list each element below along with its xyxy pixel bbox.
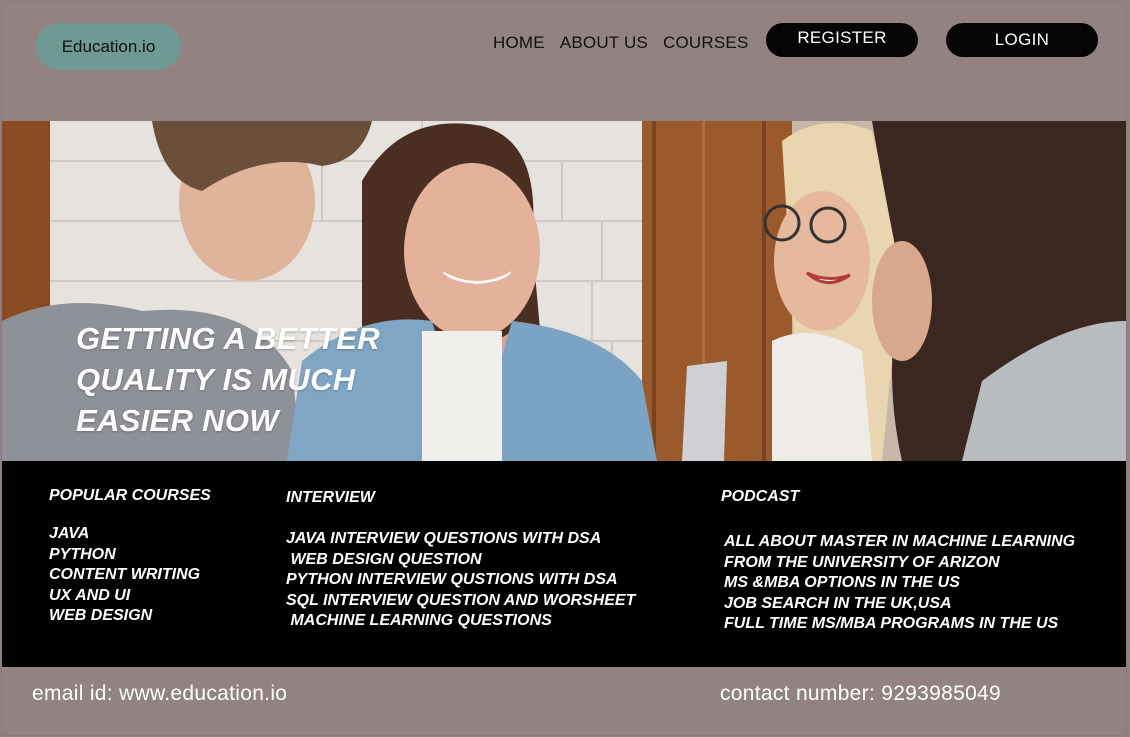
footer-links: POPULAR COURSES JAVA PYTHON CONTENT WRIT… xyxy=(2,461,1126,667)
course-link[interactable]: JAVA xyxy=(49,524,211,545)
hero-headline-line: EASIER NOW xyxy=(76,403,279,438)
interview-link[interactable]: JAVA INTERVIEW QUESTIONS WITH DSA xyxy=(286,529,635,550)
logo-text: Education.io xyxy=(61,36,156,56)
podcast-column: PODCAST ALL ABOUT MASTER IN MACHINE LEAR… xyxy=(721,488,1075,635)
podcast-link[interactable]: JOB SEARCH IN THE UK,USA xyxy=(724,594,1075,615)
podcast-heading: PODCAST xyxy=(721,488,800,505)
podcast-link[interactable]: FROM THE UNIVERSITY OF ARIZON xyxy=(724,553,1075,574)
contact-email: email id: www.education.io xyxy=(32,682,288,705)
hero-headline-line: GETTING A BETTER xyxy=(76,321,380,356)
contact-phone: contact number: 9293985049 xyxy=(720,682,1002,705)
popular-courses-heading: POPULAR COURSES xyxy=(49,487,211,504)
nav-about-us[interactable]: ABOUT US xyxy=(560,33,648,53)
interview-column: INTERVIEW JAVA INTERVIEW QUESTIONS WITH … xyxy=(286,489,635,632)
podcast-link[interactable]: ALL ABOUT MASTER IN MACHINE LEARNING xyxy=(724,532,1075,553)
main-nav: HOME ABOUT US COURSES xyxy=(493,33,749,53)
course-link[interactable]: PYTHON xyxy=(49,545,211,566)
register-button[interactable]: REGISTER xyxy=(766,23,918,57)
course-link[interactable]: UX AND UI xyxy=(49,586,211,607)
hero-banner: GETTING A BETTER QUALITY IS MUCH EASIER … xyxy=(2,121,1126,461)
hero-headline-line: QUALITY IS MUCH xyxy=(76,362,356,397)
interview-link[interactable]: WEB DESIGN QUESTION xyxy=(286,550,635,571)
course-link[interactable]: CONTENT WRITING xyxy=(49,565,211,586)
nav-courses[interactable]: COURSES xyxy=(663,33,748,53)
hero-headline: GETTING A BETTER QUALITY IS MUCH EASIER … xyxy=(76,318,436,441)
logo[interactable]: Education.io xyxy=(36,23,181,70)
interview-link[interactable]: PYTHON INTERVIEW QUSTIONS WITH DSA xyxy=(286,570,635,591)
login-button[interactable]: LOGIN xyxy=(946,23,1098,57)
nav-home[interactable]: HOME xyxy=(493,33,545,53)
interview-link[interactable]: MACHINE LEARNING QUESTIONS xyxy=(286,611,635,632)
interview-link[interactable]: SQL INTERVIEW QUESTION AND WORSHEET xyxy=(286,591,635,612)
popular-courses-column: POPULAR COURSES JAVA PYTHON CONTENT WRIT… xyxy=(49,487,211,627)
podcast-link[interactable]: FULL TIME MS/MBA PROGRAMS IN THE US xyxy=(724,614,1075,635)
course-link[interactable]: WEB DESIGN xyxy=(49,606,211,627)
interview-heading: INTERVIEW xyxy=(286,489,375,506)
podcast-link[interactable]: MS &MBA OPTIONS IN THE US xyxy=(724,573,1075,594)
